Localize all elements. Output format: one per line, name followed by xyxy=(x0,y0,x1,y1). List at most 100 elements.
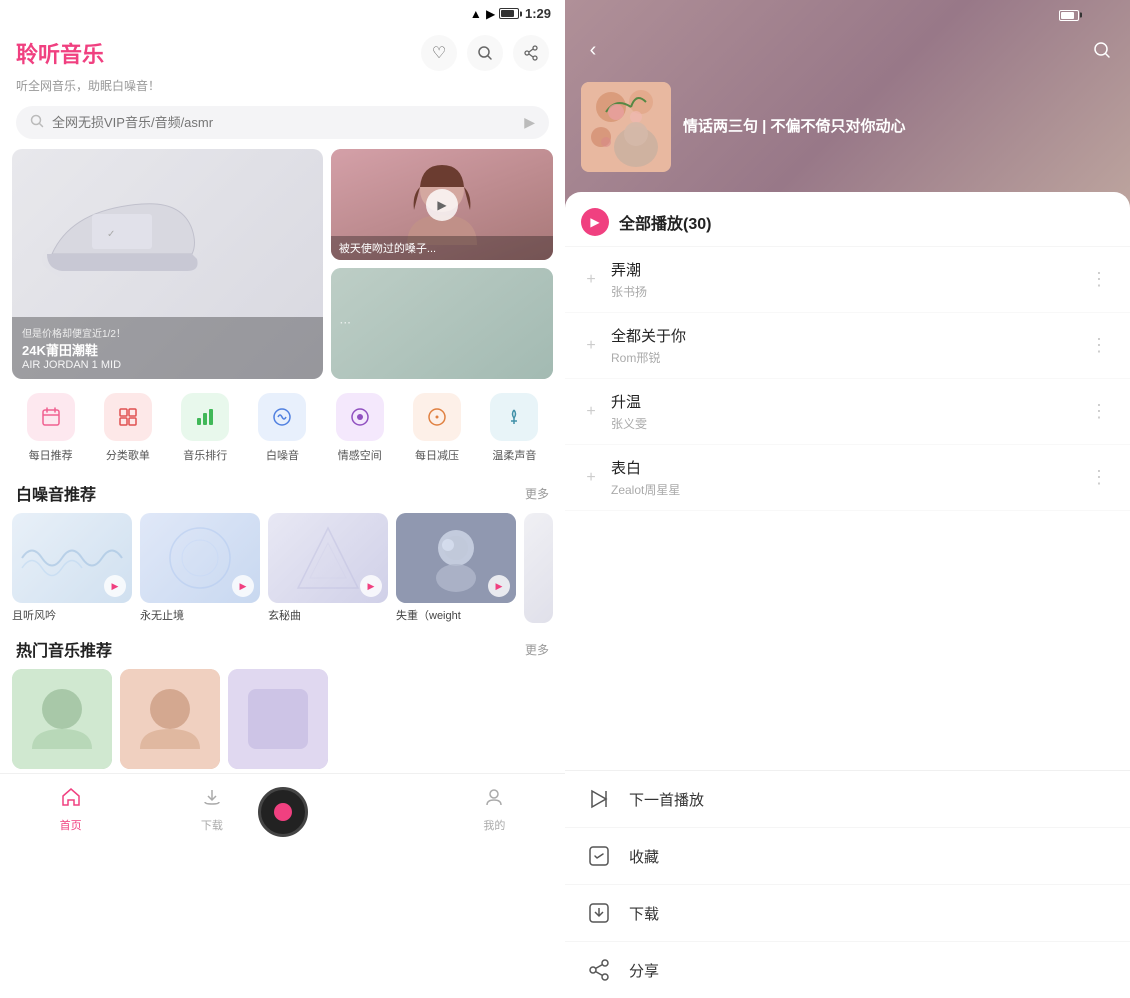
app-header: 聆听音乐 ♡ xyxy=(0,27,565,75)
category-daily-icon xyxy=(27,393,75,441)
search-bar[interactable]: ▶ xyxy=(16,106,549,139)
category-relax-label: 每日减压 xyxy=(415,447,459,463)
now-playing-title: 情话两三句 | 不偏不倚只对你动心 xyxy=(683,115,1114,136)
noise-item-4[interactable]: ▶ 失重（weight xyxy=(396,513,516,623)
playlist-area: ▶ 全部播放(30) + 弄潮 张书扬 ⋮ + 全都关于你 Rom邢锐 ⋮ xyxy=(565,192,1130,998)
banner-card-1[interactable]: ▶ 被天使吻过的嗓子... xyxy=(331,149,553,260)
noise-thumb-3: ▶ xyxy=(268,513,388,603)
right-battery-icon xyxy=(1059,10,1079,21)
noise-item-3[interactable]: ▶ 玄秘曲 xyxy=(268,513,388,623)
song-more-1[interactable]: ⋮ xyxy=(1086,265,1114,294)
noise-play-4[interactable]: ▶ xyxy=(488,575,510,597)
hot-item-2[interactable] xyxy=(120,669,220,773)
hot-item-1[interactable] xyxy=(12,669,112,773)
search-input[interactable] xyxy=(52,115,516,130)
action-download-label: 下载 xyxy=(629,903,659,924)
play-overlay-btn[interactable]: ▶ xyxy=(426,189,458,221)
nav-home[interactable]: 首页 xyxy=(0,782,141,837)
category-noise-icon xyxy=(258,393,306,441)
category-daily[interactable]: 每日推荐 xyxy=(12,393,89,463)
category-playlist[interactable]: 分类歌单 xyxy=(89,393,166,463)
song-add-1[interactable]: + xyxy=(581,270,601,290)
search-bar-icon xyxy=(30,114,44,131)
action-next[interactable]: 下一首播放 xyxy=(565,771,1130,828)
category-playlist-icon xyxy=(104,393,152,441)
category-playlist-label: 分类歌单 xyxy=(106,447,150,463)
category-relax-icon xyxy=(413,393,461,441)
song-more-3[interactable]: ⋮ xyxy=(1086,397,1114,426)
category-chart[interactable]: 音乐排行 xyxy=(167,393,244,463)
action-download[interactable]: 下载 xyxy=(565,885,1130,942)
song-more-4[interactable]: ⋮ xyxy=(1086,463,1114,492)
playlist-count: 全部播放(30) xyxy=(619,210,711,234)
nav-home-label: 首页 xyxy=(60,817,82,833)
favorite-button[interactable]: ♡ xyxy=(421,35,457,71)
song-info-3: 升温 张义雯 xyxy=(611,391,1076,432)
back-button[interactable]: ‹ xyxy=(577,34,609,66)
noise-play-3[interactable]: ▶ xyxy=(360,575,382,597)
right-header: ‹ xyxy=(565,30,1130,74)
banner-secondary: ▶ 被天使吻过的嗓子... ... xyxy=(331,149,553,379)
category-emotion[interactable]: 情感空间 xyxy=(321,393,398,463)
now-playing: 情话两三句 | 不偏不倚只对你动心 xyxy=(565,74,1130,192)
song-add-3[interactable]: + xyxy=(581,402,601,422)
nav-home-icon xyxy=(60,786,82,814)
playlist-header: ▶ 全部播放(30) xyxy=(565,192,1130,247)
song-info-4: 表白 Zealot周星星 xyxy=(611,457,1076,498)
banner-main-title: 24K莆田潮鞋 xyxy=(22,340,313,359)
white-noise-more[interactable]: 更多 xyxy=(525,485,549,502)
action-sheet: 下一首播放 收藏 下载 xyxy=(565,770,1130,998)
hot-thumb-3 xyxy=(228,669,328,769)
song-add-2[interactable]: + xyxy=(581,336,601,356)
banner-main-subtitle: AIR JORDAN 1 MID xyxy=(22,359,313,371)
noise-item-2[interactable]: ▶ 永无止境 xyxy=(140,513,260,623)
share-button[interactable] xyxy=(513,35,549,71)
action-share[interactable]: 分享 xyxy=(565,942,1130,998)
song-artist-2: Rom邢锐 xyxy=(611,349,1076,366)
hot-music-more[interactable]: 更多 xyxy=(525,641,549,658)
left-panel: ▲ ◀ 1:29 聆听音乐 ♡ xyxy=(0,0,565,998)
hot-item-3[interactable] xyxy=(228,669,328,773)
banner-text-overlay: 但是价格却便宜近1/2！ 24K莆田潮鞋 AIR JORDAN 1 MID xyxy=(12,317,323,379)
song-info-2: 全都关于你 Rom邢锐 xyxy=(611,325,1076,366)
song-item-4: + 表白 Zealot周星星 ⋮ xyxy=(565,445,1130,511)
nav-center-spacer xyxy=(283,782,424,837)
svg-text:...: ... xyxy=(339,312,350,327)
song-title-1: 弄潮 xyxy=(611,259,1076,280)
vinyl-center xyxy=(274,803,292,821)
song-title-3: 升温 xyxy=(611,391,1076,412)
song-more-2[interactable]: ⋮ xyxy=(1086,331,1114,360)
action-share-label: 分享 xyxy=(629,960,659,981)
category-relax[interactable]: 每日减压 xyxy=(398,393,475,463)
action-collect[interactable]: 收藏 xyxy=(565,828,1130,885)
nav-profile-icon xyxy=(483,786,505,814)
noise-item-1[interactable]: ▶ 且听风吟 xyxy=(12,513,132,623)
song-title-4: 表白 xyxy=(611,457,1076,478)
search-button[interactable] xyxy=(467,35,503,71)
category-noise[interactable]: 白噪音 xyxy=(244,393,321,463)
noise-play-1[interactable]: ▶ xyxy=(104,575,126,597)
song-artist-3: 张义雯 xyxy=(611,415,1076,432)
now-playing-info: 情话两三句 | 不偏不倚只对你动心 xyxy=(683,115,1114,140)
category-noise-label: 白噪音 xyxy=(266,447,299,463)
banner-card-2[interactable]: ... xyxy=(331,268,553,379)
nav-profile[interactable]: 我的 xyxy=(424,782,565,837)
bottom-nav: 首页 下载 我的 xyxy=(0,773,565,853)
play-all-button[interactable]: ▶ xyxy=(581,208,609,236)
noise-thumb-4: ▶ xyxy=(396,513,516,603)
noise-play-2[interactable]: ▶ xyxy=(232,575,254,597)
noise-label-3: 玄秘曲 xyxy=(268,607,388,623)
category-gentle[interactable]: 温柔声音 xyxy=(476,393,553,463)
vinyl-play-button[interactable] xyxy=(258,787,308,837)
status-time: 1:29 xyxy=(525,6,551,21)
hot-music-header: 热门音乐推荐 更多 xyxy=(0,623,565,669)
song-add-4[interactable]: + xyxy=(581,468,601,488)
song-item-2: + 全都关于你 Rom邢锐 ⋮ xyxy=(565,313,1130,379)
banner-main[interactable]: ✓ 但是价格却便宜近1/2！ 24K莆田潮鞋 AIR JORDAN 1 MID xyxy=(12,149,323,379)
search-submit-icon[interactable]: ▶ xyxy=(524,114,535,131)
white-noise-header: 白噪音推荐 更多 xyxy=(0,467,565,513)
banner-card-1-label: 被天使吻过的嗓子... xyxy=(331,236,553,260)
nav-download-icon xyxy=(201,786,223,814)
action-next-label: 下一首播放 xyxy=(629,789,704,810)
right-search-button[interactable] xyxy=(1086,34,1118,66)
